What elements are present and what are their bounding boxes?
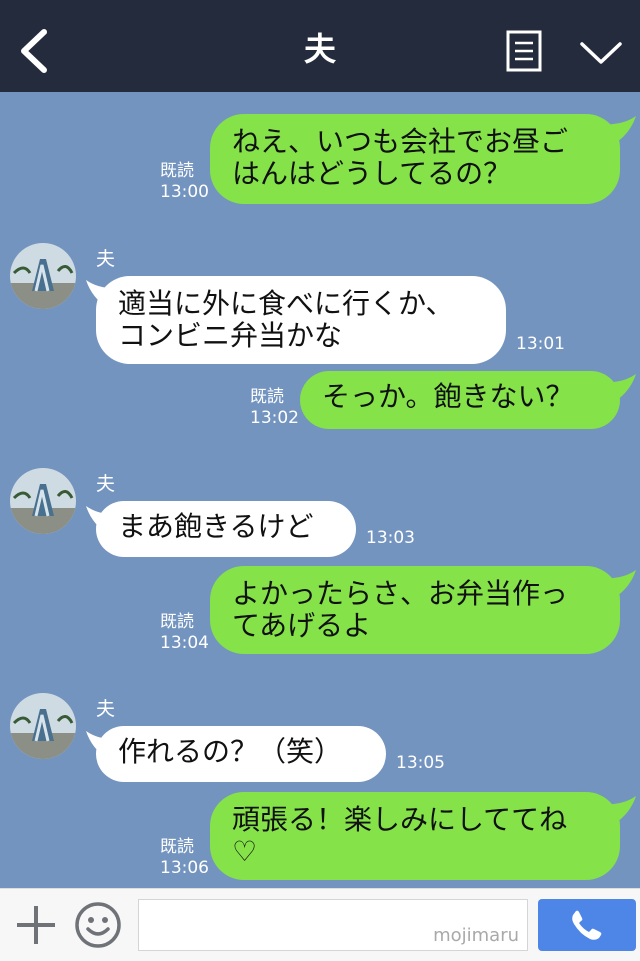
my-message-bubble[interactable]: よかったらさ、お弁当作っ てあげるよ <box>210 566 620 654</box>
their-message-bubble[interactable]: 適当に外に食べに行くか、 コンビニ弁当かな <box>96 276 506 364</box>
sender-name: 夫 <box>96 698 116 720</box>
phone-icon <box>572 910 602 940</box>
chat-title: 夫 <box>303 30 336 68</box>
read-receipt: 既読 <box>160 612 194 632</box>
my-message-bubble[interactable]: ねえ、いつも会社でお昼ご はんはどうしてるの？ <box>210 114 620 204</box>
avatar[interactable] <box>10 243 76 309</box>
call-button[interactable] <box>538 899 636 951</box>
message-time: 13:06 <box>160 858 209 878</box>
chevron-down-icon[interactable] <box>578 36 624 68</box>
chat-header: 夫 <box>0 0 640 92</box>
message-input[interactable]: mojimaru <box>138 899 528 951</box>
input-bar: mojimaru <box>0 888 640 961</box>
sender-name: 夫 <box>96 248 116 270</box>
avatar[interactable] <box>10 693 76 759</box>
my-message-bubble[interactable]: そっか。飽きない？ <box>300 371 620 429</box>
message-time: 13:01 <box>516 334 565 354</box>
plus-icon[interactable] <box>14 903 58 947</box>
emoji-icon[interactable] <box>74 901 122 949</box>
watermark: mojimaru <box>433 925 519 946</box>
message-time: 13:03 <box>366 528 415 548</box>
avatar[interactable] <box>10 468 76 534</box>
read-receipt: 既読 <box>250 387 284 407</box>
their-message-bubble[interactable]: 作れるの？（笑） <box>96 726 386 782</box>
my-message-bubble[interactable]: 頑張る！楽しみにしててね ♡ <box>210 792 620 880</box>
menu-icon[interactable] <box>506 30 542 72</box>
message-time: 13:04 <box>160 633 209 653</box>
message-time: 13:00 <box>160 182 209 202</box>
message-time: 13:02 <box>250 408 299 428</box>
read-receipt: 既読 <box>160 161 194 181</box>
message-time: 13:05 <box>396 753 445 773</box>
read-receipt: 既読 <box>160 837 194 857</box>
sender-name: 夫 <box>96 473 116 495</box>
their-message-bubble[interactable]: まあ飽きるけど <box>96 501 356 557</box>
